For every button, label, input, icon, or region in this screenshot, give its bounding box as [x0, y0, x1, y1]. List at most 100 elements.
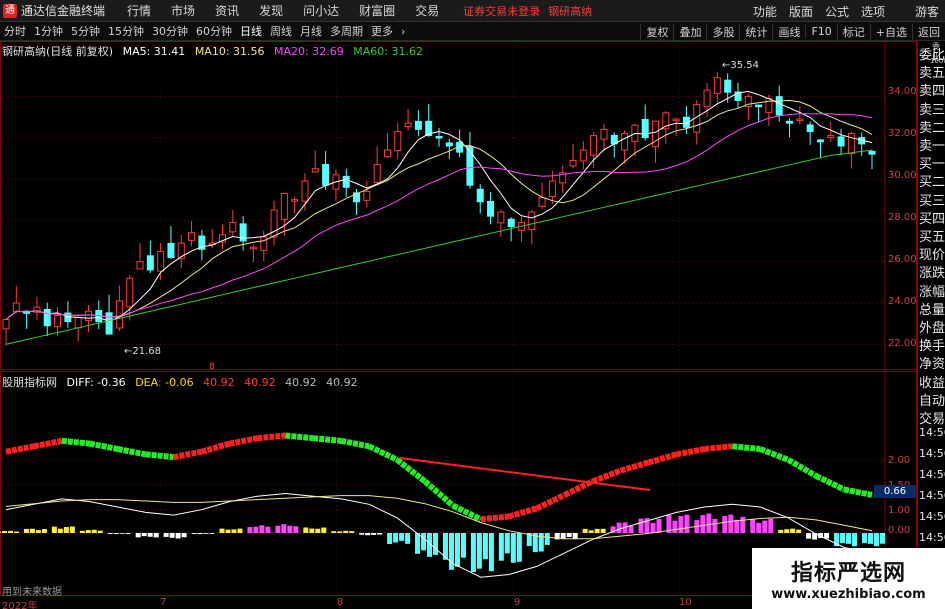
trend-step-line [5, 443, 35, 455]
trend-step-line [33, 437, 63, 450]
side-panel-item[interactable]: 买一 [919, 153, 945, 172]
candle-body [786, 120, 794, 124]
macd-histogram-bar [219, 528, 225, 533]
macd-histogram-bar [684, 514, 690, 533]
candle-body [322, 164, 330, 186]
candle-body [414, 120, 422, 130]
macd-histogram-bar [293, 526, 299, 533]
side-panel-item[interactable]: 买五 [919, 226, 945, 245]
trend-step-line [117, 446, 147, 458]
macd-histogram-bar [504, 533, 510, 554]
candle-body [157, 250, 165, 272]
trend-step-line [285, 432, 314, 442]
watermark-title: 指标严选网 [790, 561, 906, 586]
candle-body [600, 128, 608, 140]
candle-body [579, 149, 587, 162]
macd-histogram-bar [231, 529, 237, 533]
macd-histogram-bar [728, 514, 734, 533]
macd-histogram-bar [125, 533, 131, 534]
candle-body [827, 135, 835, 138]
kline-chart[interactable]: ←35.54 ←21.68 8 [0, 0, 945, 609]
macd-histogram-bar [476, 533, 482, 569]
macd-histogram-bar [734, 519, 740, 533]
side-panel-item[interactable]: 卖一 [919, 135, 945, 154]
trend-step-line [228, 435, 258, 447]
trade-time: 14:56 [919, 510, 945, 523]
trend-step-line [759, 446, 790, 463]
trend-step-line [367, 443, 399, 463]
trend-step-line [647, 451, 678, 466]
sub-y-tick-label: 2.00 [888, 455, 911, 466]
macd-histogram-bar [63, 527, 69, 533]
macd-histogram-bar [349, 531, 355, 533]
macd-histogram-bar [852, 533, 858, 547]
macd-histogram-bar [371, 533, 377, 535]
macd-histogram-bar [868, 533, 873, 544]
side-panel-item[interactable]: 总量 [919, 299, 945, 318]
side-panel-item[interactable]: 自动 [919, 390, 945, 409]
y-tick-label: 26.00 [888, 254, 917, 265]
candle-body [12, 302, 20, 313]
macd-histogram-bar [650, 522, 656, 533]
candle-body [43, 308, 51, 327]
side-panel-item[interactable]: 卖五 [919, 62, 945, 81]
candle-body [84, 310, 92, 322]
macd-histogram-bar [588, 530, 594, 533]
date-label: 2022年 [2, 601, 38, 609]
trend-step-line [786, 457, 818, 479]
macd-histogram-bar [672, 520, 678, 533]
macd-histogram-bar [846, 533, 852, 544]
macd-histogram-bar [405, 533, 411, 544]
side-panel-item[interactable]: 买二 [919, 171, 945, 190]
macd-histogram-bar [784, 529, 790, 533]
macd-histogram-bar [175, 533, 181, 539]
side-panel-item[interactable]: 外盘 [919, 317, 945, 336]
macd-histogram-bar [287, 525, 293, 533]
side-panel-item[interactable]: 卖四 [919, 80, 945, 99]
macd-histogram-bar [119, 533, 125, 534]
candle-body [755, 104, 763, 108]
macd-histogram-bar [69, 526, 75, 533]
macd-histogram-bar [181, 533, 187, 538]
candle-body [538, 197, 546, 207]
candle-body [868, 150, 876, 155]
side-panel-item[interactable]: 现价 [919, 244, 945, 263]
macd-histogram-bar [237, 528, 243, 533]
side-panel-item[interactable]: 涨幅 [919, 281, 945, 300]
macd-histogram-bar [85, 530, 91, 533]
candle-body [445, 142, 453, 147]
macd-histogram-bar [57, 528, 63, 533]
current-indicator-value: 0.66 [874, 485, 916, 498]
side-panel-item[interactable]: 收益 [919, 372, 945, 391]
candle-body [806, 124, 814, 132]
candle-body [280, 192, 288, 220]
macd-histogram-bar [840, 533, 846, 544]
macd-histogram-bar [538, 533, 544, 552]
side-panel-item[interactable]: 净资 [919, 353, 945, 372]
candle-body [54, 314, 62, 328]
side-panel-item[interactable]: 交易 [919, 408, 945, 427]
candle-body [229, 221, 237, 233]
candle-body [796, 118, 804, 122]
candle-body [713, 77, 721, 94]
side-panel-item[interactable]: 涨跌 [919, 262, 945, 281]
trend-step-line [340, 437, 370, 450]
trend-step-line [675, 446, 705, 458]
macd-histogram-bar [35, 530, 41, 533]
candle-body [641, 118, 649, 139]
side-panel-item[interactable]: 委比 [919, 44, 945, 63]
candle-body [404, 122, 412, 127]
macd-histogram-bar [41, 529, 47, 533]
side-panel-item[interactable]: 卖二 [919, 117, 945, 136]
trend-step-line [257, 432, 286, 442]
date-label: 9 [514, 597, 521, 608]
side-panel-item[interactable]: 买三 [919, 190, 945, 209]
side-panel-item[interactable]: 买四 [919, 208, 945, 227]
trend-step-line [535, 492, 567, 512]
candle-body [249, 246, 257, 250]
side-panel-item[interactable]: 换手 [919, 335, 945, 354]
side-panel-item[interactable]: 卖三 [919, 99, 945, 118]
candle-body [765, 97, 773, 113]
trend-step-line [313, 435, 342, 444]
event-marker: 8 [209, 362, 215, 372]
